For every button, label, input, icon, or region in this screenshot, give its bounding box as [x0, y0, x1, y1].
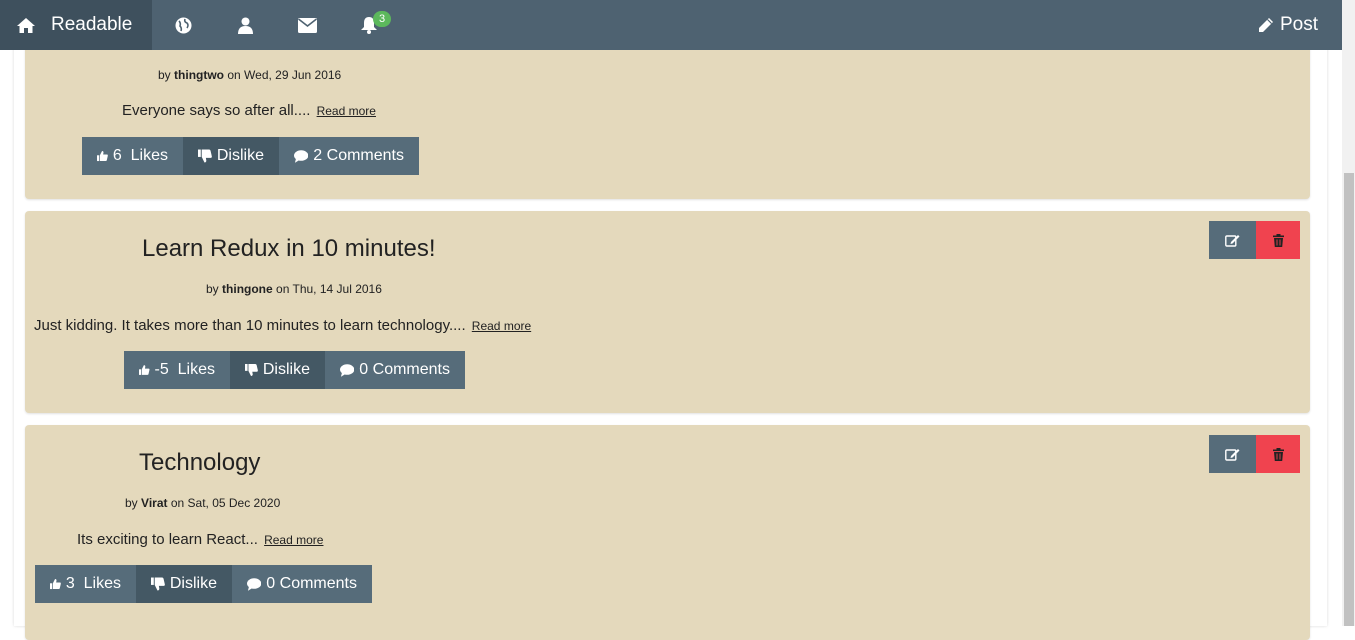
- dislike-label: Dislike: [169, 575, 217, 592]
- dislike-label: Dislike: [216, 147, 264, 164]
- post-excerpt: Its exciting to learn React... Read more: [77, 531, 323, 548]
- excerpt-text: Its exciting to learn React...: [77, 531, 258, 548]
- like-button[interactable]: 6 Likes: [82, 137, 183, 175]
- trash-icon: [1272, 233, 1284, 247]
- like-count: 6: [112, 147, 122, 164]
- post-byline: by thingtwo on Wed, 29 Jun 2016: [158, 68, 341, 82]
- edit-icon: [1225, 448, 1240, 461]
- dislike-button[interactable]: Dislike: [136, 565, 232, 603]
- like-count: -5: [154, 361, 169, 378]
- like-label: Likes: [130, 147, 168, 164]
- post-card: by thingtwo on Wed, 29 Jun 2016 Everyone…: [25, 30, 1310, 199]
- top-navbar: Readable 3 Post: [0, 0, 1342, 50]
- home-icon: [17, 17, 35, 33]
- post-byline: by Virat on Sat, 05 Dec 2020: [125, 496, 280, 510]
- globe-icon: [175, 17, 191, 33]
- excerpt-text: Everyone says so after all....: [122, 102, 311, 119]
- excerpt-text: Just kidding. It takes more than 10 minu…: [34, 317, 466, 334]
- post-date: on Wed, 29 Jun 2016: [227, 68, 342, 82]
- comment-icon: [340, 363, 355, 377]
- like-button[interactable]: -5 Likes: [124, 351, 230, 389]
- nav-messages[interactable]: [276, 0, 338, 50]
- post-admin-actions: [1209, 435, 1300, 473]
- vertical-scrollbar[interactable]: [1342, 0, 1355, 626]
- thumbs-down-icon: [245, 363, 258, 377]
- nav-globe[interactable]: [152, 0, 214, 50]
- thumbs-up-icon: [50, 578, 61, 590]
- brand-label: Readable: [51, 14, 133, 35]
- byline-prefix: by: [125, 496, 138, 510]
- read-more-link[interactable]: Read more: [317, 104, 376, 118]
- comments-label: 0 Comments: [359, 361, 450, 378]
- delete-button[interactable]: [1256, 221, 1300, 259]
- post-title[interactable]: Technology: [139, 449, 260, 477]
- new-post-label: Post: [1279, 14, 1318, 35]
- notification-badge: 3: [373, 11, 392, 27]
- post-author[interactable]: Virat: [141, 496, 167, 510]
- post-byline: by thingone on Thu, 14 Jul 2016: [206, 282, 382, 296]
- like-count: 3: [65, 575, 75, 592]
- trash-icon: [1272, 447, 1284, 461]
- post-author[interactable]: thingone: [222, 282, 273, 296]
- like-label: Likes: [177, 361, 215, 378]
- post-card: Learn Redux in 10 minutes! by thingone o…: [25, 211, 1310, 413]
- new-post-link[interactable]: Post: [1258, 14, 1318, 36]
- comments-button[interactable]: 2 Comments: [279, 137, 419, 175]
- post-title[interactable]: Learn Redux in 10 minutes!: [142, 235, 436, 263]
- thumbs-down-icon: [198, 149, 212, 163]
- user-icon: [237, 17, 253, 34]
- comments-button[interactable]: 0 Comments: [232, 565, 372, 603]
- pencil-icon: [1258, 18, 1273, 32]
- post-actions: 6 Likes Dislike 2 Comments: [82, 137, 419, 175]
- post-actions: -5 Likes Dislike 0 Comments: [124, 351, 465, 389]
- post-date: on Thu, 14 Jul 2016: [276, 282, 382, 296]
- post-actions: 3 Likes Dislike 0 Comments: [35, 565, 372, 603]
- comments-button[interactable]: 0 Comments: [325, 351, 465, 389]
- delete-button[interactable]: [1256, 435, 1300, 473]
- dislike-button[interactable]: Dislike: [183, 137, 279, 175]
- post-card: Technology by Virat on Sat, 05 Dec 2020 …: [25, 425, 1310, 640]
- thumbs-up-icon: [97, 150, 108, 162]
- post-admin-actions: [1209, 221, 1300, 259]
- read-more-link[interactable]: Read more: [472, 319, 531, 333]
- edit-button[interactable]: [1209, 435, 1256, 473]
- comments-label: 2 Comments: [313, 147, 404, 164]
- brand-home-link[interactable]: Readable: [0, 0, 152, 50]
- edit-button[interactable]: [1209, 221, 1256, 259]
- read-more-link[interactable]: Read more: [264, 533, 323, 547]
- comment-icon: [294, 149, 309, 163]
- comments-label: 0 Comments: [266, 575, 357, 592]
- dislike-label: Dislike: [262, 361, 310, 378]
- post-excerpt: Just kidding. It takes more than 10 minu…: [34, 317, 531, 334]
- envelope-icon: [297, 17, 317, 33]
- dislike-button[interactable]: Dislike: [230, 351, 325, 389]
- post-excerpt: Everyone says so after all.... Read more: [122, 102, 376, 119]
- comment-icon: [247, 577, 262, 591]
- nav-user[interactable]: [214, 0, 276, 50]
- scrollbar-thumb[interactable]: [1344, 173, 1354, 626]
- post-author[interactable]: thingtwo: [174, 68, 224, 82]
- byline-prefix: by: [158, 68, 171, 82]
- nav-notifications[interactable]: 3: [338, 0, 400, 50]
- like-label: Likes: [83, 575, 121, 592]
- thumbs-up-icon: [139, 365, 150, 375]
- thumbs-down-icon: [151, 577, 165, 591]
- post-date: on Sat, 05 Dec 2020: [170, 496, 281, 510]
- byline-prefix: by: [206, 282, 219, 296]
- edit-icon: [1225, 234, 1240, 247]
- like-button[interactable]: 3 Likes: [35, 565, 136, 603]
